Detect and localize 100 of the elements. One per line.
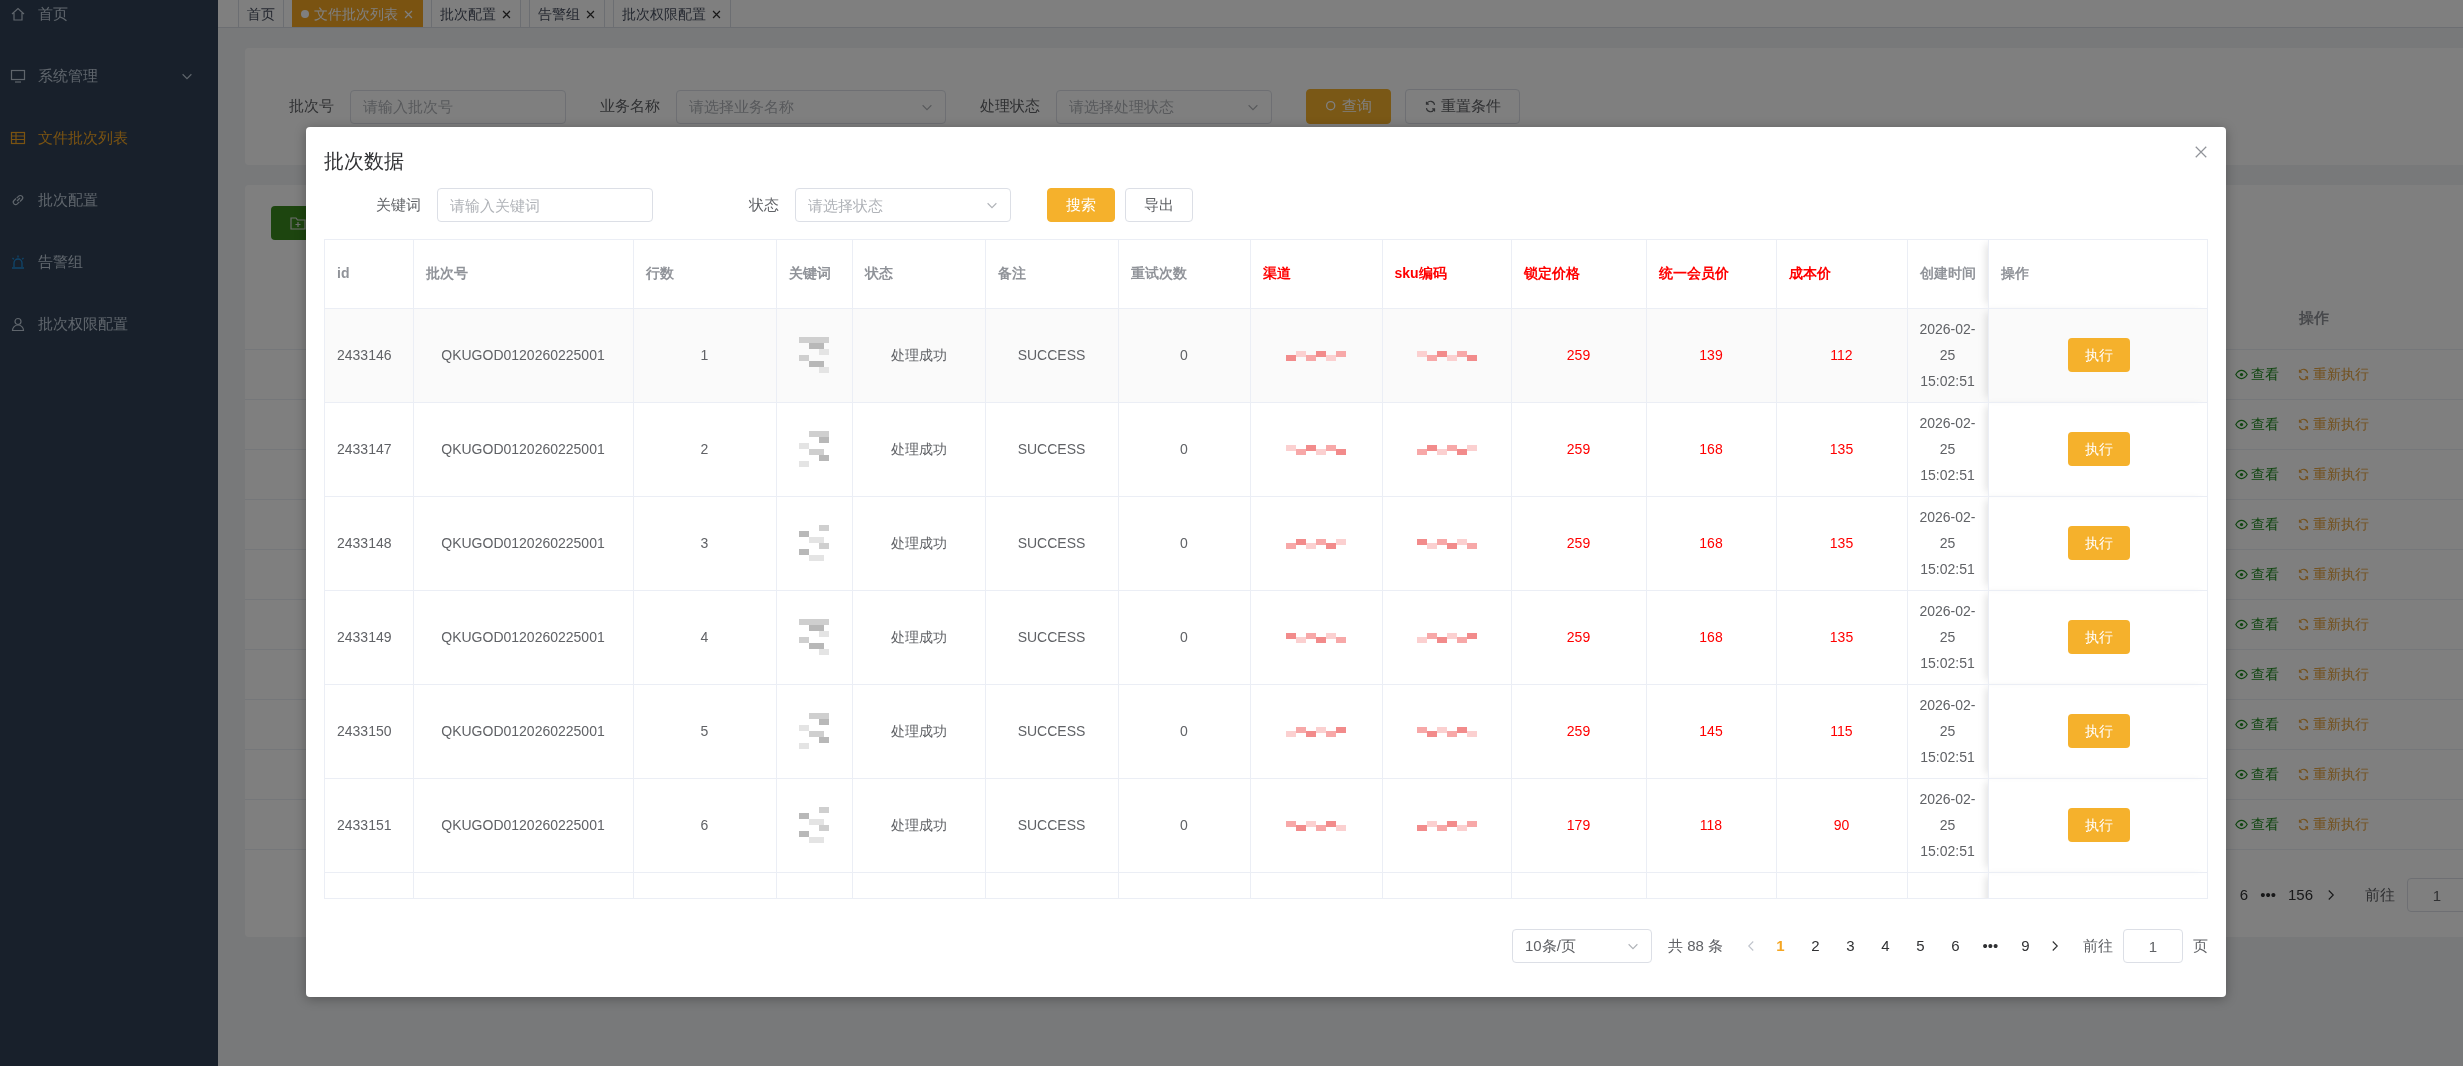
- folder-plus-icon: [290, 215, 306, 231]
- run-button[interactable]: 执行: [2068, 526, 2130, 560]
- user-icon: [10, 316, 26, 332]
- table-cell: 2: [700, 440, 709, 457]
- redacted-text-drawing: [799, 807, 829, 843]
- table-cell: 处理成功: [890, 816, 947, 833]
- run-button[interactable]: 执行: [2068, 338, 2130, 372]
- sidebar-item[interactable]: 批次权限配置: [0, 293, 218, 355]
- export-button[interactable]: 导出: [1125, 187, 1193, 223]
- column-header: 行数: [645, 265, 674, 282]
- redacted-text-drawing: [1416, 350, 1477, 361]
- page-button[interactable]: •••: [2260, 883, 2276, 907]
- rerun-link[interactable]: 重新执行: [2297, 514, 2369, 535]
- rerun-link[interactable]: 重新执行: [2297, 464, 2369, 485]
- table-cell: SUCCESS: [1017, 722, 1086, 739]
- rerun-link[interactable]: 重新执行: [2297, 564, 2369, 585]
- search-button[interactable]: 搜索: [1047, 187, 1115, 223]
- sidebar-item[interactable]: 批次配置: [0, 169, 218, 231]
- page-button[interactable]: 2: [1798, 934, 1833, 958]
- table-cell: 处理成功: [890, 440, 947, 457]
- input-field[interactable]: 请输入关键词: [437, 188, 653, 222]
- table-cell: 259: [1566, 440, 1591, 457]
- tab[interactable]: 告警组: [529, 0, 605, 27]
- page-size-select[interactable]: 10条/页: [1511, 929, 1652, 963]
- close-icon[interactable]: [711, 8, 722, 20]
- reset-button[interactable]: 重置条件: [1405, 89, 1520, 124]
- view-link[interactable]: 查看: [2235, 414, 2279, 435]
- view-link[interactable]: 查看: [2235, 814, 2279, 835]
- table-cell: 0: [1180, 440, 1188, 457]
- refresh-icon: [2297, 368, 2310, 381]
- select-field[interactable]: 请选择状态: [795, 188, 1011, 222]
- column-header: 锁定价格: [1523, 265, 1580, 282]
- home-icon: [10, 6, 26, 22]
- page-button[interactable]: •••: [1973, 934, 2008, 958]
- page-button[interactable]: 9: [2008, 934, 2043, 958]
- rerun-link[interactable]: 重新执行: [2297, 614, 2369, 635]
- page-button[interactable]: 3: [1833, 934, 1868, 958]
- view-link[interactable]: 查看: [2235, 464, 2279, 485]
- run-button[interactable]: 执行: [2068, 714, 2130, 748]
- active-dot-icon: [301, 10, 309, 18]
- table-cell: 118: [1699, 816, 1723, 833]
- view-link[interactable]: 查看: [2235, 764, 2279, 785]
- rerun-link[interactable]: 重新执行: [2297, 814, 2369, 835]
- page-input[interactable]: 1: [2407, 878, 2463, 912]
- field-label: 状态: [749, 194, 779, 215]
- eye-icon: [2235, 768, 2248, 781]
- table-cell: 6: [700, 816, 709, 833]
- rerun-link[interactable]: 重新执行: [2297, 414, 2369, 435]
- refresh-icon: [2297, 818, 2310, 831]
- table-cell: 4: [700, 628, 709, 645]
- view-link[interactable]: 查看: [2235, 564, 2279, 585]
- close-icon[interactable]: [585, 8, 596, 20]
- table-cell: QKUGOD0120260225001: [441, 722, 605, 739]
- rerun-link[interactable]: 重新执行: [2297, 364, 2369, 385]
- page-button[interactable]: 1: [1763, 934, 1798, 958]
- table-cell: 90: [1833, 816, 1850, 833]
- field-label: 处理状态: [980, 96, 1040, 117]
- view-link[interactable]: 查看: [2235, 364, 2279, 385]
- table-cell: 168: [1699, 534, 1723, 551]
- rerun-link[interactable]: 重新执行: [2297, 714, 2369, 735]
- view-link[interactable]: 查看: [2235, 664, 2279, 685]
- close-icon[interactable]: [501, 8, 512, 20]
- run-button[interactable]: 执行: [2068, 620, 2130, 654]
- rerun-link[interactable]: 重新执行: [2297, 664, 2369, 685]
- page-button[interactable]: 6: [2239, 883, 2249, 907]
- page-button[interactable]: 5: [1903, 934, 1938, 958]
- page-button[interactable]: 156: [2287, 883, 2313, 907]
- column-header: 成本价: [1788, 265, 1831, 282]
- redacted-text-drawing: [1416, 538, 1477, 549]
- tab[interactable]: 首页: [238, 0, 284, 27]
- redacted-text-drawing: [799, 525, 829, 561]
- tab[interactable]: 文件批次列表: [292, 0, 423, 27]
- view-link[interactable]: 查看: [2235, 614, 2279, 635]
- page-button[interactable]: 4: [1868, 934, 1903, 958]
- tab[interactable]: 批次权限配置: [613, 0, 731, 27]
- run-button[interactable]: 执行: [2068, 432, 2130, 466]
- goto-label: 前往: [2083, 935, 2113, 956]
- query-button[interactable]: 查询: [1306, 89, 1391, 124]
- sidebar-item[interactable]: 系统管理: [0, 45, 218, 107]
- table-cell: 处理成功: [890, 628, 947, 645]
- table-cell: 135: [1829, 628, 1854, 645]
- close-icon[interactable]: [2194, 145, 2208, 159]
- tab[interactable]: 批次配置: [431, 0, 521, 27]
- table-cell: 115: [1830, 722, 1853, 739]
- view-link[interactable]: 查看: [2235, 514, 2279, 535]
- rerun-link[interactable]: 重新执行: [2297, 764, 2369, 785]
- page-button[interactable]: 6: [1938, 934, 1973, 958]
- sidebar-item[interactable]: 首页: [0, 0, 218, 45]
- column-header: 创建时间: [1919, 265, 1976, 282]
- table-cell: 139: [1699, 346, 1723, 363]
- sidebar-item[interactable]: 告警组: [0, 231, 218, 293]
- page-input[interactable]: 1: [2123, 929, 2183, 963]
- table-cell-text: 2026-02-25 15:02:51: [1918, 508, 1977, 579]
- view-link[interactable]: 查看: [2235, 714, 2279, 735]
- table-cell: 5: [700, 722, 709, 739]
- sidebar-item[interactable]: 文件批次列表: [0, 107, 218, 169]
- refresh-icon: [2297, 468, 2310, 481]
- eye-icon: [2235, 718, 2248, 731]
- search-icon: [1325, 100, 1338, 113]
- run-button[interactable]: 执行: [2068, 808, 2130, 842]
